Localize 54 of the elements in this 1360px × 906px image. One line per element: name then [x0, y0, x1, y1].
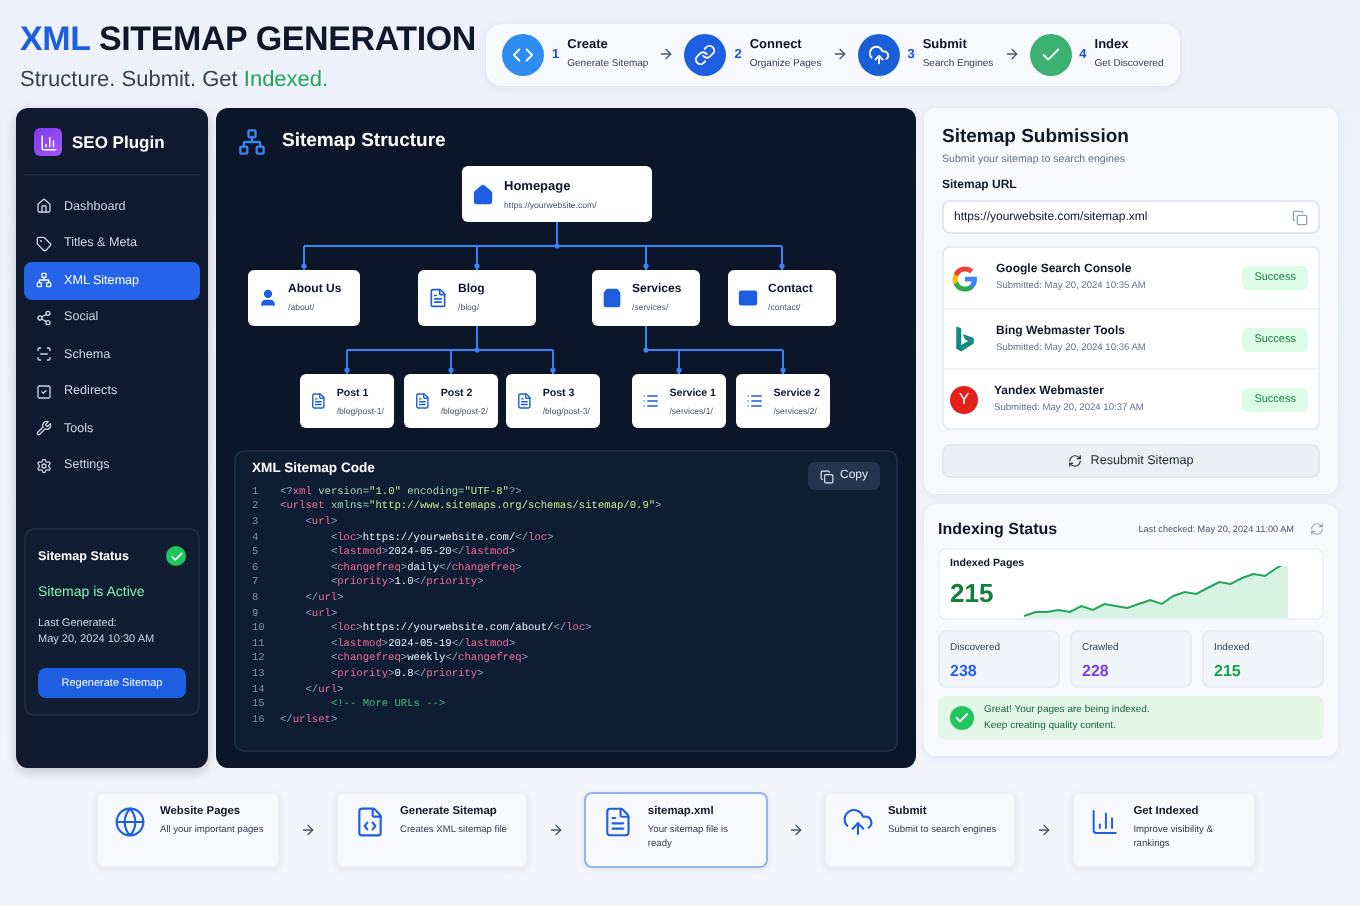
- tree-connector: [643, 325, 786, 375]
- document-icon: [428, 288, 448, 308]
- card-title: Indexing Status: [938, 520, 1058, 538]
- house-icon: [472, 183, 494, 205]
- stat-value: 228: [1082, 662, 1111, 680]
- share-icon: [36, 309, 52, 326]
- globe-icon: [114, 806, 146, 838]
- check-icon: [166, 546, 186, 566]
- arrow-icon: [788, 822, 804, 838]
- tag-icon: [36, 235, 52, 252]
- code-file-icon: [354, 806, 386, 838]
- settings-icon: [36, 457, 52, 474]
- arrow-icon: [1036, 822, 1052, 838]
- page-title: XML SITEMAP GENERATION: [20, 17, 476, 59]
- indexed-count: 215: [950, 578, 996, 608]
- house-icon: [36, 198, 52, 215]
- network-icon: [36, 272, 52, 289]
- copy-icon: [819, 469, 834, 483]
- document-icon: [602, 806, 634, 838]
- check-icon: [1039, 43, 1062, 65]
- cloud-upload-icon: [867, 43, 890, 65]
- arrow-icon: [1003, 46, 1020, 62]
- refresh-icon: [1068, 454, 1083, 468]
- person-icon: [258, 288, 278, 308]
- arrow-icon: [831, 46, 848, 62]
- google-logo: [950, 263, 980, 293]
- bing-logo: [950, 324, 980, 354]
- document-icon: [516, 392, 533, 410]
- yandex-logo: Y: [950, 385, 978, 413]
- list-icon: [642, 392, 660, 410]
- arrow-icon: [548, 822, 564, 838]
- brand-name: SEO Plugin: [72, 132, 165, 152]
- arrow-icon: [658, 46, 675, 62]
- check-icon: [950, 706, 974, 730]
- sitemap-icon: [238, 127, 266, 155]
- tagline: Structure. Submit. Get Indexed.: [20, 67, 331, 91]
- refresh-icon[interactable]: [1310, 522, 1324, 536]
- bar-chart-icon: [39, 133, 57, 151]
- copy-icon[interactable]: [1292, 209, 1308, 225]
- arrow-icon: [300, 822, 316, 838]
- document-icon: [310, 392, 327, 410]
- wrench-icon: [36, 420, 52, 437]
- scan-icon: [36, 346, 52, 363]
- bar-chart-icon: [1090, 806, 1120, 838]
- link-icon: [694, 43, 717, 65]
- cloud-upload-icon: [842, 806, 874, 838]
- document-icon: [414, 392, 431, 410]
- card-title: Sitemap Submission: [942, 126, 1131, 148]
- list-icon: [746, 392, 764, 410]
- panel-title: Sitemap Structure: [282, 130, 446, 152]
- stat-value: 238: [950, 662, 979, 680]
- stat-value: 215: [1214, 662, 1243, 680]
- checkbox-icon: [36, 383, 52, 400]
- code-icon: [512, 43, 534, 65]
